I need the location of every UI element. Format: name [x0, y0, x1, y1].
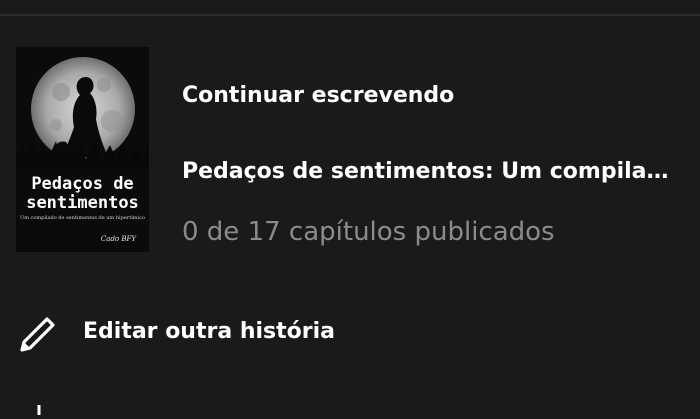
plus-icon[interactable] [32, 400, 46, 415]
edit-other-story-button[interactable]: Editar outra história [0, 305, 700, 365]
cover-artwork [16, 47, 149, 252]
top-divider [0, 14, 700, 16]
cover-title-line2: sentimentos [26, 193, 139, 213]
cover-author: Cado BFY [100, 235, 136, 243]
story-cover[interactable]: Pedaços de sentimentos Um compilado de s… [16, 47, 149, 252]
continue-writing-label[interactable]: Continuar escrevendo [182, 83, 454, 108]
story-title[interactable]: Pedaços de sentimentos: Um compilado de … [182, 159, 682, 184]
cover-subtitle: Um compilado de sentimentos de um hipert… [20, 215, 145, 221]
continue-writing-card[interactable]: Pedaços de sentimentos Um compilado de s… [16, 47, 686, 252]
pencil-icon [16, 312, 60, 356]
edit-other-story-label: Editar outra história [83, 319, 336, 344]
cover-title-line1: Pedaços de [31, 174, 134, 194]
chapters-published-count: 0 de 17 capítulos publicados [182, 217, 555, 247]
